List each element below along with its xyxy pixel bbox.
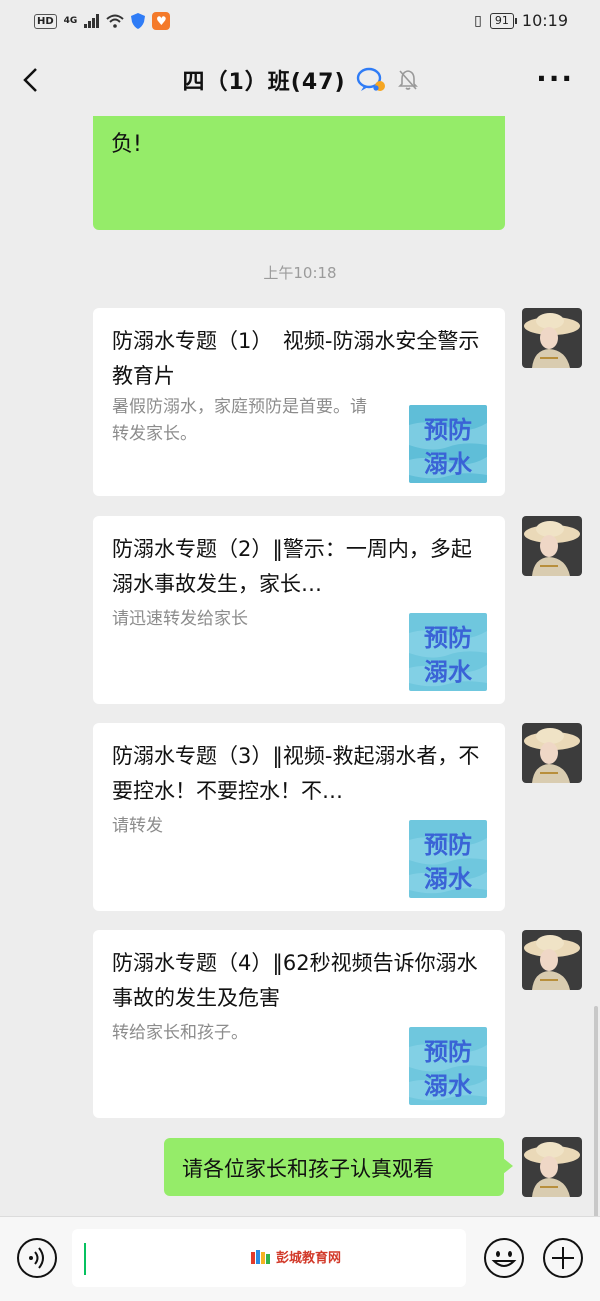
- link-card-thumbnail: 预防 溺水: [409, 613, 487, 691]
- chat-header: 四（1）班(47) ···: [0, 44, 600, 116]
- link-card-thumbnail: 预防 溺水: [409, 820, 487, 898]
- group-chat-icon: [356, 67, 385, 91]
- chat-messages: 负! 上午10:18 防溺水专题（1） 视频-防溺水安全警示教育片 暑假防溺水，…: [0, 116, 600, 1216]
- link-card-description: 转给家长和孩子。: [112, 1023, 248, 1043]
- avatar[interactable]: [522, 516, 582, 576]
- link-card[interactable]: 防溺水专题（1） 视频-防溺水安全警示教育片 暑假防溺水，家庭预防是首要。请转发…: [93, 308, 505, 496]
- signal-icon: [84, 14, 100, 28]
- chat-title[interactable]: 四（1）班(47): [182, 64, 345, 96]
- link-card-description: 请转发: [112, 816, 163, 836]
- emoji-icon[interactable]: [483, 1237, 525, 1279]
- link-card-thumbnail: 预防 溺水: [409, 1027, 487, 1105]
- message-timestamp: 上午10:18: [263, 264, 337, 282]
- watermark-text: 彭城教育网: [276, 1251, 342, 1266]
- watermark-logo-icon: [251, 1249, 270, 1264]
- link-card[interactable]: 防溺水专题（2）‖警示：一周内，多起溺水事故发生，家长… 请迅速转发给家长 预防…: [93, 516, 505, 704]
- thumb-text-bottom: 溺水: [424, 865, 473, 893]
- link-card-title: 防溺水专题（1） 视频-防溺水安全警示教育片: [112, 329, 480, 388]
- watermark: 彭城教育网: [250, 1247, 341, 1266]
- sent-message-bubble[interactable]: 请各位家长和孩子认真观看: [164, 1138, 513, 1196]
- avatar[interactable]: [522, 930, 582, 990]
- vibrate-icon: ▯: [474, 12, 482, 29]
- link-card[interactable]: 防溺水专题（3）‖视频-救起溺水者，不要控水！不要控水！不… 请转发 预防 溺水: [93, 723, 505, 911]
- avatar[interactable]: [522, 1137, 582, 1197]
- thumb-text-bottom: 溺水: [424, 658, 473, 686]
- plus-icon[interactable]: [542, 1237, 584, 1279]
- wifi-icon: [106, 14, 124, 28]
- thumb-text-top: 预防: [424, 624, 472, 652]
- status-time: 10:19: [521, 11, 568, 30]
- text-caret: [84, 1243, 86, 1275]
- network-type: 4G: [63, 16, 78, 26]
- link-card-title: 防溺水专题（3）‖视频-救起溺水者，不要控水！不要控水！不…: [112, 744, 480, 803]
- message-text: 请各位家长和孩子认真观看: [182, 1157, 434, 1181]
- link-card-description: 请迅速转发给家长: [112, 609, 248, 629]
- thumb-text-bottom: 溺水: [424, 1072, 473, 1100]
- link-card-title: 防溺水专题（4）‖62秒视频告诉你溺水事故的发生及危害: [112, 951, 478, 1010]
- link-card[interactable]: 防溺水专题（4）‖62秒视频告诉你溺水事故的发生及危害 转给家长和孩子。 预防 …: [93, 930, 505, 1118]
- battery-icon: 91: [489, 12, 517, 29]
- app-notification-icon: ♥: [152, 12, 171, 30]
- message-text: 负!: [111, 132, 142, 157]
- avatar[interactable]: [522, 308, 582, 368]
- thumb-text-top: 预防: [424, 1038, 472, 1066]
- message-input[interactable]: 彭城教育网: [72, 1229, 466, 1287]
- scrollbar[interactable]: [594, 1006, 598, 1216]
- link-card-title: 防溺水专题（2）‖警示：一周内，多起溺水事故发生，家长…: [112, 537, 472, 596]
- sent-message-bubble[interactable]: 负!: [93, 116, 505, 230]
- voice-input-icon[interactable]: [16, 1237, 58, 1279]
- status-bar: HD 4G ♥ ▯ 91 10:19: [0, 0, 600, 44]
- link-card-description: 暑假防溺水，家庭预防是首要。请转发家长。: [112, 397, 367, 444]
- status-left: HD 4G ♥: [34, 12, 171, 30]
- thumb-text-top: 预防: [424, 416, 472, 444]
- avatar[interactable]: [522, 723, 582, 783]
- chat-title-area: 四（1）班(47): [0, 64, 600, 96]
- more-options-icon[interactable]: ···: [536, 65, 574, 93]
- link-card-thumbnail: 预防 溺水: [409, 405, 487, 483]
- mute-bell-icon: [397, 70, 418, 90]
- thumb-text-top: 预防: [424, 831, 472, 859]
- hd-badge: HD: [34, 13, 57, 29]
- shield-icon: [131, 13, 146, 29]
- status-right: ▯ 91 10:19: [474, 11, 568, 30]
- message-input-bar: 彭城教育网: [0, 1216, 600, 1301]
- thumb-text-bottom: 溺水: [424, 450, 473, 478]
